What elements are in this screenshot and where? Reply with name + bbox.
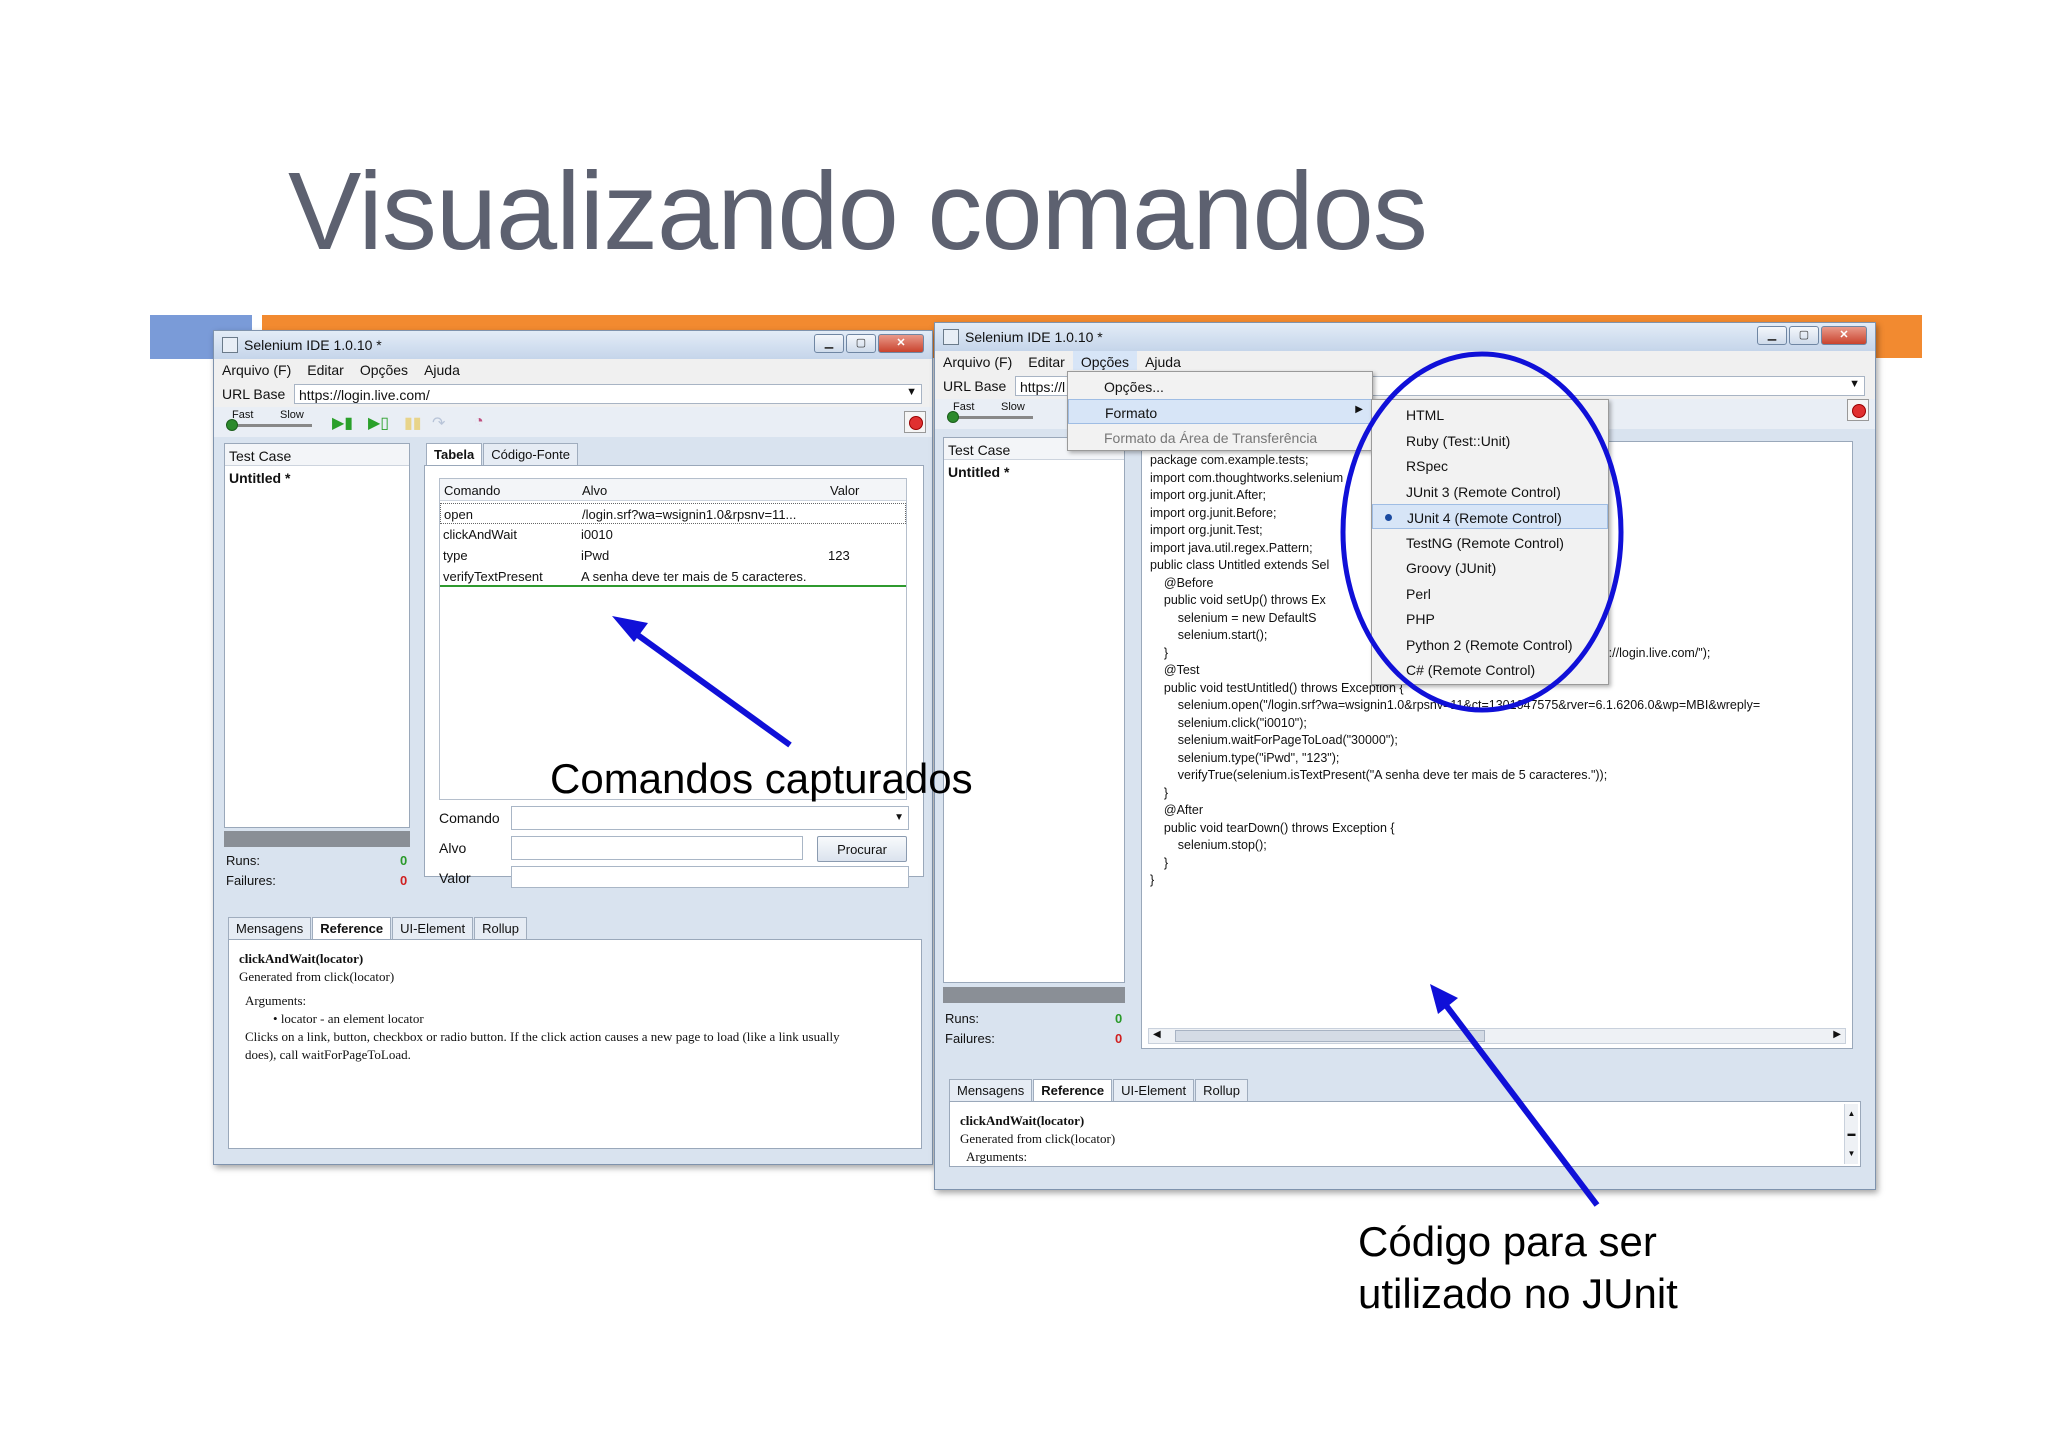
arrow-left-line: [626, 625, 792, 748]
callout-comandos-capturados: Comandos capturados: [550, 755, 973, 802]
highlight-circle: [1340, 351, 1624, 713]
annotation-overlay: [612, 351, 1624, 1207]
callout-codigo-line2: utilizado no JUnit: [1358, 1270, 1678, 1317]
arrow-right-line: [1439, 998, 1600, 1207]
arrow-right-head: [1430, 984, 1458, 1014]
callout-codigo-line1: Código para ser: [1358, 1218, 1657, 1265]
